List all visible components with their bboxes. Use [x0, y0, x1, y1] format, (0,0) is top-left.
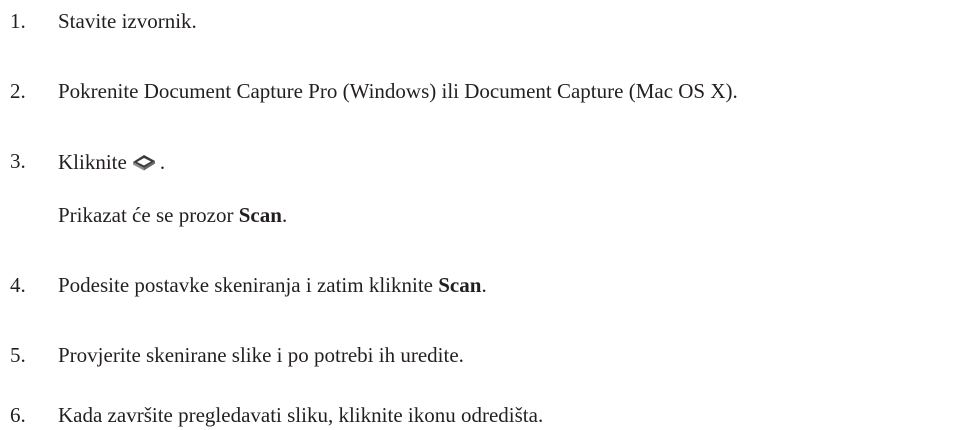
note-bold-text: Scan	[238, 203, 282, 227]
step-text: Podesite postavke skeniranja i zatim kli…	[58, 275, 487, 296]
step-text-after: .	[481, 273, 487, 297]
step-text-before: Kliknite	[58, 150, 127, 174]
step-3-note: Prikazat će se prozor Scan.	[58, 205, 287, 226]
scanner-icon[interactable]	[131, 151, 157, 171]
step-number: 4.	[10, 273, 26, 297]
step-number: 6.	[10, 403, 26, 427]
step-number: 5.	[10, 343, 26, 367]
step-text: Provjerite skenirane slike i po potrebi …	[58, 343, 464, 367]
step-number: 2.	[10, 79, 26, 103]
step-number: 3.	[10, 149, 26, 173]
step-bold-text: Scan	[438, 273, 482, 297]
step-text: Kliknite .	[58, 151, 165, 173]
step-text-before: Podesite postavke skeniranja i zatim kli…	[58, 273, 439, 297]
step-number: 1.	[10, 9, 26, 33]
note-text-after: .	[281, 203, 288, 227]
step-text-after: .	[159, 150, 166, 174]
step-text: Stavite izvornik.	[58, 9, 197, 33]
note-text-before: Prikazat će se prozor	[58, 203, 239, 227]
step-text: Pokrenite Document Capture Pro (Windows)…	[58, 79, 738, 103]
step-text: Kada završite pregledavati sliku, klikni…	[58, 403, 544, 427]
